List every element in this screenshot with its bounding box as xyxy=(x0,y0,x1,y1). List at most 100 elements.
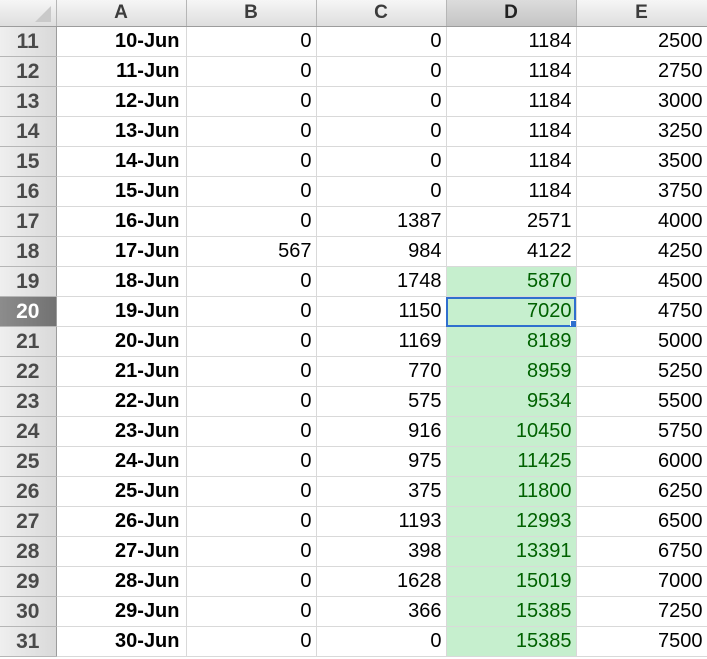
cell-a19[interactable]: 18-Jun xyxy=(56,266,187,297)
row-header[interactable]: 21 xyxy=(0,326,57,357)
cell-d25[interactable]: 11425 xyxy=(446,446,577,477)
cell-e18[interactable]: 4250 xyxy=(576,236,707,267)
cell-b17[interactable]: 0 xyxy=(186,206,317,237)
row-header[interactable]: 17 xyxy=(0,206,57,237)
row-header[interactable]: 16 xyxy=(0,176,57,207)
cell-e21[interactable]: 5000 xyxy=(576,326,707,357)
column-header-e[interactable]: E xyxy=(576,0,707,27)
cell-b16[interactable]: 0 xyxy=(186,176,317,207)
cell-e15[interactable]: 3500 xyxy=(576,146,707,177)
cell-e30[interactable]: 7250 xyxy=(576,596,707,627)
cell-c30[interactable]: 366 xyxy=(316,596,447,627)
row-header[interactable]: 11 xyxy=(0,26,57,57)
row-header[interactable]: 24 xyxy=(0,416,57,447)
cell-e17[interactable]: 4000 xyxy=(576,206,707,237)
cell-a18[interactable]: 17-Jun xyxy=(56,236,187,267)
cell-d13[interactable]: 1184 xyxy=(446,86,577,117)
cell-a29[interactable]: 28-Jun xyxy=(56,566,187,597)
cell-b25[interactable]: 0 xyxy=(186,446,317,477)
column-header-d[interactable]: D xyxy=(446,0,577,27)
row-header[interactable]: 19 xyxy=(0,266,57,297)
cell-b14[interactable]: 0 xyxy=(186,116,317,147)
cell-e25[interactable]: 6000 xyxy=(576,446,707,477)
cell-a28[interactable]: 27-Jun xyxy=(56,536,187,567)
row-header[interactable]: 20 xyxy=(0,296,57,327)
cell-e20[interactable]: 4750 xyxy=(576,296,707,327)
cell-c19[interactable]: 1748 xyxy=(316,266,447,297)
cell-b15[interactable]: 0 xyxy=(186,146,317,177)
cell-d17[interactable]: 2571 xyxy=(446,206,577,237)
row-header[interactable]: 12 xyxy=(0,56,57,87)
cell-c22[interactable]: 770 xyxy=(316,356,447,387)
cell-c18[interactable]: 984 xyxy=(316,236,447,267)
row-header[interactable]: 30 xyxy=(0,596,57,627)
cell-c20[interactable]: 1150 xyxy=(316,296,447,327)
cell-c12[interactable]: 0 xyxy=(316,56,447,87)
cell-d11[interactable]: 1184 xyxy=(446,26,577,57)
cell-d21[interactable]: 8189 xyxy=(446,326,577,357)
cell-a14[interactable]: 13-Jun xyxy=(56,116,187,147)
cell-b23[interactable]: 0 xyxy=(186,386,317,417)
cell-d28[interactable]: 13391 xyxy=(446,536,577,567)
cell-c15[interactable]: 0 xyxy=(316,146,447,177)
cell-e23[interactable]: 5500 xyxy=(576,386,707,417)
cell-c31[interactable]: 0 xyxy=(316,626,447,657)
cell-b29[interactable]: 0 xyxy=(186,566,317,597)
cell-a11[interactable]: 10-Jun xyxy=(56,26,187,57)
cell-d26[interactable]: 11800 xyxy=(446,476,577,507)
column-header-c[interactable]: C xyxy=(316,0,447,27)
cell-e29[interactable]: 7000 xyxy=(576,566,707,597)
cell-a25[interactable]: 24-Jun xyxy=(56,446,187,477)
cell-b21[interactable]: 0 xyxy=(186,326,317,357)
cell-e19[interactable]: 4500 xyxy=(576,266,707,297)
cell-b20[interactable]: 0 xyxy=(186,296,317,327)
row-header[interactable]: 29 xyxy=(0,566,57,597)
row-header[interactable]: 22 xyxy=(0,356,57,387)
cell-e28[interactable]: 6750 xyxy=(576,536,707,567)
cell-d23[interactable]: 9534 xyxy=(446,386,577,417)
cell-b12[interactable]: 0 xyxy=(186,56,317,87)
cell-b30[interactable]: 0 xyxy=(186,596,317,627)
cell-b18[interactable]: 567 xyxy=(186,236,317,267)
row-header[interactable]: 18 xyxy=(0,236,57,267)
cell-a12[interactable]: 11-Jun xyxy=(56,56,187,87)
cell-a21[interactable]: 20-Jun xyxy=(56,326,187,357)
column-header-b[interactable]: B xyxy=(186,0,317,27)
cell-a20[interactable]: 19-Jun xyxy=(56,296,187,327)
column-header-a[interactable]: A xyxy=(56,0,187,27)
cell-a17[interactable]: 16-Jun xyxy=(56,206,187,237)
cell-d27[interactable]: 12993 xyxy=(446,506,577,537)
cell-b28[interactable]: 0 xyxy=(186,536,317,567)
cell-a30[interactable]: 29-Jun xyxy=(56,596,187,627)
fill-handle[interactable] xyxy=(569,320,575,326)
cell-d15[interactable]: 1184 xyxy=(446,146,577,177)
select-all-corner[interactable] xyxy=(0,0,57,27)
cell-b27[interactable]: 0 xyxy=(186,506,317,537)
cell-d29[interactable]: 15019 xyxy=(446,566,577,597)
cell-e13[interactable]: 3000 xyxy=(576,86,707,117)
cell-a24[interactable]: 23-Jun xyxy=(56,416,187,447)
cell-d16[interactable]: 1184 xyxy=(446,176,577,207)
cell-b22[interactable]: 0 xyxy=(186,356,317,387)
cell-b26[interactable]: 0 xyxy=(186,476,317,507)
cell-d22[interactable]: 8959 xyxy=(446,356,577,387)
row-header[interactable]: 25 xyxy=(0,446,57,477)
cell-c14[interactable]: 0 xyxy=(316,116,447,147)
cell-e16[interactable]: 3750 xyxy=(576,176,707,207)
cell-c28[interactable]: 398 xyxy=(316,536,447,567)
cell-d19[interactable]: 5870 xyxy=(446,266,577,297)
cell-e22[interactable]: 5250 xyxy=(576,356,707,387)
cell-a15[interactable]: 14-Jun xyxy=(56,146,187,177)
cell-d24[interactable]: 10450 xyxy=(446,416,577,447)
cell-c24[interactable]: 916 xyxy=(316,416,447,447)
cell-a27[interactable]: 26-Jun xyxy=(56,506,187,537)
cell-d12[interactable]: 1184 xyxy=(446,56,577,87)
cell-e12[interactable]: 2750 xyxy=(576,56,707,87)
cell-c23[interactable]: 575 xyxy=(316,386,447,417)
cell-b24[interactable]: 0 xyxy=(186,416,317,447)
cell-e31[interactable]: 7500 xyxy=(576,626,707,657)
cell-c11[interactable]: 0 xyxy=(316,26,447,57)
cell-d14[interactable]: 1184 xyxy=(446,116,577,147)
cell-e24[interactable]: 5750 xyxy=(576,416,707,447)
row-header[interactable]: 23 xyxy=(0,386,57,417)
